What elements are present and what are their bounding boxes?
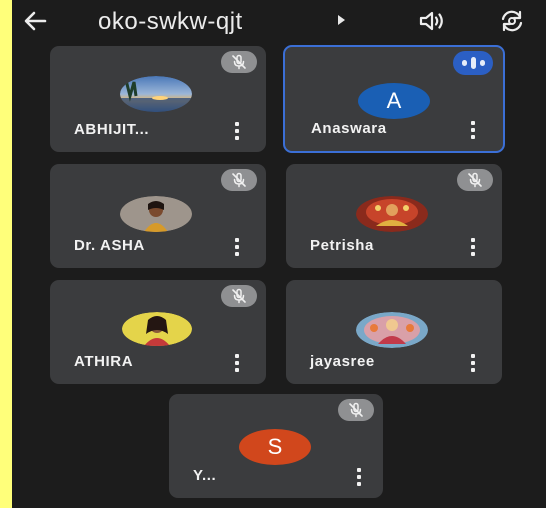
speaker-icon [419,11,443,31]
mic-off-icon [349,402,363,418]
avatar: A [358,83,430,119]
mic-off-badge [221,51,257,73]
participant-tile[interactable]: jayasree [286,280,502,384]
mic-off-icon [232,54,246,70]
participant-tile-active[interactable]: A Anaswara [283,45,505,153]
sunset-photo [120,76,192,112]
more-options-button[interactable] [471,354,475,372]
participant-name: ATHIRA [74,353,134,370]
avatar [120,196,192,232]
person-photo [122,312,192,346]
avatar [356,196,428,232]
meeting-title[interactable]: oko-swkw-qjt [98,8,243,36]
mic-off-badge [221,285,257,307]
participant-name: Petrisha [310,237,374,254]
participant-name: Y... [193,467,217,484]
speaker-button[interactable] [417,8,447,34]
avatar [356,312,428,348]
participant-name: Dr. ASHA [74,237,145,254]
caret-right-icon[interactable] [338,15,345,25]
mic-off-icon [468,172,482,188]
participant-name: jayasree [310,353,375,370]
top-bar: oko-swkw-qjt [12,0,546,42]
arrow-left-icon [24,11,47,31]
mic-off-badge [221,169,257,191]
participant-tile[interactable]: Dr. ASHA [50,164,266,268]
avatar-letter: S [267,434,283,459]
avatar [122,312,192,346]
avatar: S [239,429,311,465]
participant-name: Anaswara [311,120,387,137]
more-options-button[interactable] [235,238,239,256]
avatar [120,76,192,112]
more-options-button[interactable] [235,354,239,372]
person-photo [120,196,192,232]
deity-photo [356,196,428,232]
more-options-button[interactable] [471,238,475,256]
switch-camera-icon [501,10,523,32]
more-options-button[interactable] [357,468,361,486]
mic-off-badge [338,399,374,421]
speaking-indicator [453,51,493,75]
participant-name: ABHIJIT... [74,121,150,138]
mic-off-icon [232,288,246,304]
switch-camera-button[interactable] [497,8,527,34]
deity-photo [356,312,428,348]
participant-tile[interactable]: S Y... [169,394,383,498]
meeting-screen: oko-swkw-qjt ABHIJIT... A Anaswara Dr. A… [12,0,546,508]
mic-off-badge [457,169,493,191]
participant-tile[interactable]: Petrisha [286,164,502,268]
participant-tile[interactable]: ABHIJIT... [50,46,266,152]
back-button[interactable] [18,6,52,36]
participant-tile[interactable]: ATHIRA [50,280,266,384]
avatar-letter: A [386,88,402,113]
more-options-button[interactable] [235,122,239,140]
mic-off-icon [232,172,246,188]
more-options-button[interactable] [471,121,475,139]
